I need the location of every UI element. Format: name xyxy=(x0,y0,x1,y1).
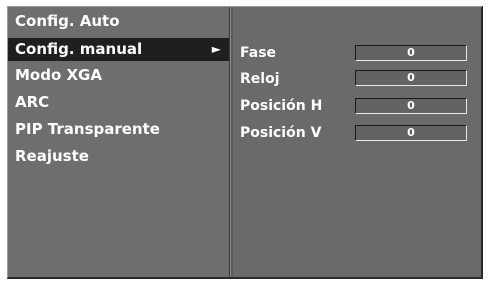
menu-item-label: Modo XGA xyxy=(15,66,102,84)
param-label-fase: Fase xyxy=(240,45,277,61)
posicion-v-value-field[interactable]: 0 xyxy=(355,125,467,141)
param-label-posicion-v: Posición V xyxy=(240,125,322,141)
fase-value-field[interactable]: 0 xyxy=(355,45,467,61)
param-label-posicion-h: Posición H xyxy=(240,98,323,114)
menu-item-label: PIP Transparente xyxy=(15,120,160,138)
param-label-reloj: Reloj xyxy=(240,71,280,87)
menu-item-label: Reajuste xyxy=(15,147,89,165)
menu-item-config-manual[interactable]: Config. manual ► xyxy=(8,38,229,61)
menu-item-label: Config. Auto xyxy=(15,12,120,30)
menu-item-pip-transparente[interactable]: PIP Transparente xyxy=(8,118,229,141)
menu-item-modo-xga[interactable]: Modo XGA xyxy=(8,64,229,87)
menu-item-label: ARC xyxy=(15,93,50,111)
posicion-h-value-field[interactable]: 0 xyxy=(355,98,467,114)
menu-item-label: Config. manual xyxy=(15,40,143,58)
menu-item-arc[interactable]: ARC xyxy=(8,91,229,114)
menu-item-reajuste[interactable]: Reajuste xyxy=(8,145,229,168)
reloj-value-field[interactable]: 0 xyxy=(355,70,467,86)
right-arrow-icon: ► xyxy=(211,42,221,56)
menu-item-config-auto[interactable]: Config. Auto xyxy=(8,10,229,33)
osd-menu-screen: Config. Auto Config. manual ► Modo XGA A… xyxy=(0,0,490,282)
